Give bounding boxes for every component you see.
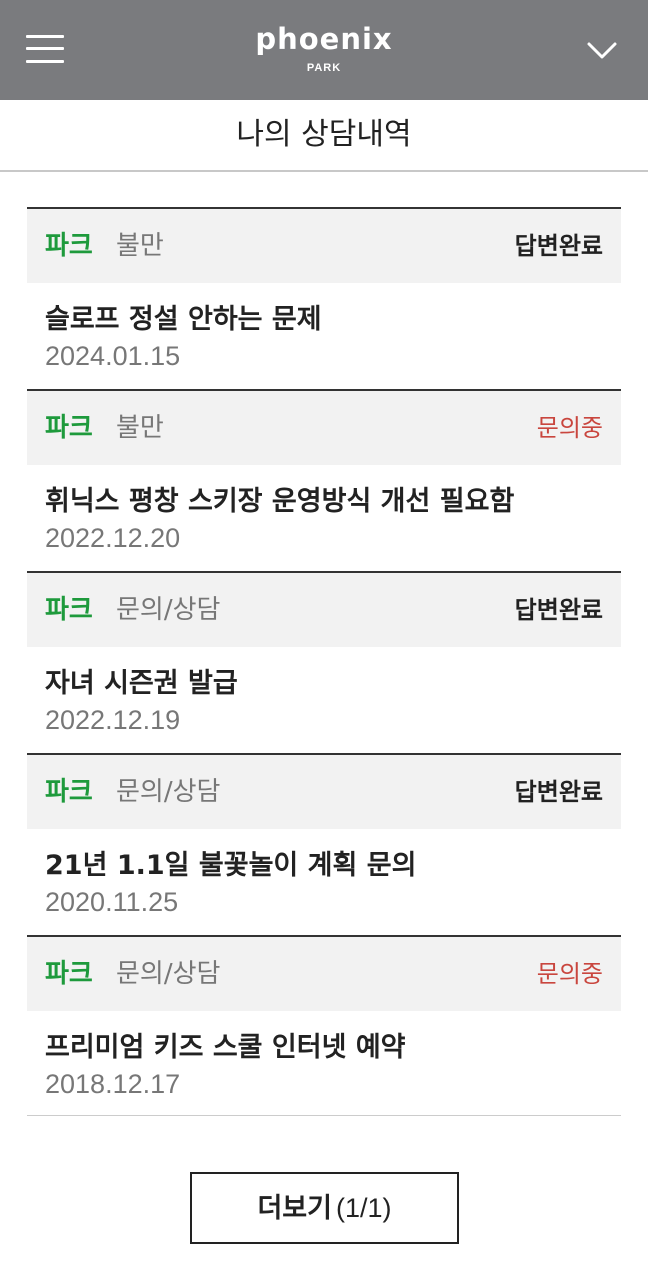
inquiry-item-body: 21년 1.1일 불꽃놀이 계획 문의 2020.11.25 (27, 829, 621, 935)
chevron-down-icon[interactable] (582, 30, 622, 70)
inquiry-item[interactable]: 파크 문의/상담 답변완료 자녀 시즌권 발급 2022.12.19 (27, 571, 621, 753)
inquiry-date: 2020.11.25 (45, 887, 179, 917)
inquiry-type: 문의/상담 (116, 959, 221, 989)
inquiry-list: 파크 불만 답변완료 슬로프 정설 안하는 문제 2024.01.15 파크 불… (27, 207, 621, 1116)
inquiry-item[interactable]: 파크 불만 답변완료 슬로프 정설 안하는 문제 2024.01.15 (27, 207, 621, 389)
status-badge: 문의중 (536, 414, 603, 442)
inquiry-category: 파크 (45, 595, 93, 625)
inquiry-item-body: 휘닉스 평창 스키장 운영방식 개선 필요함 2022.12.20 (27, 465, 621, 571)
inquiry-item-header: 파크 문의/상담 답변완료 (27, 573, 621, 647)
load-more-count: (1/1) (336, 1193, 392, 1223)
load-more-button[interactable]: 더보기 (1/1) (190, 1172, 459, 1244)
inquiry-type: 불만 (116, 413, 164, 443)
inquiry-subject: 휘닉스 평창 스키장 운영방식 개선 필요함 (45, 486, 515, 517)
phoenix-park-logo[interactable]: phoenix PARK (224, 22, 424, 82)
inquiry-category: 파크 (45, 959, 93, 989)
inquiry-item-body: 프리미엄 키즈 스쿨 인터넷 예약 2018.12.17 (27, 1011, 621, 1117)
status-badge: 답변완료 (514, 232, 603, 260)
inquiry-date: 2018.12.17 (45, 1069, 181, 1099)
inquiry-type: 문의/상담 (116, 595, 221, 625)
app-header: phoenix PARK (0, 0, 648, 100)
status-badge: 문의중 (536, 960, 603, 988)
inquiry-item-header: 파크 문의/상담 문의중 (27, 937, 621, 1011)
page-title: 나의 상담내역 (236, 117, 412, 152)
inquiry-type: 불만 (116, 231, 164, 261)
inquiry-date: 2022.12.19 (45, 705, 181, 735)
inquiry-category: 파크 (45, 777, 93, 807)
logo-sub-text: PARK (306, 62, 342, 74)
inquiry-item[interactable]: 파크 불만 문의중 휘닉스 평창 스키장 운영방식 개선 필요함 2022.12… (27, 389, 621, 571)
inquiry-subject: 자녀 시즌권 발급 (45, 668, 238, 699)
inquiry-item-body: 자녀 시즌권 발급 2022.12.19 (27, 647, 621, 753)
inquiry-item-header: 파크 불만 문의중 (27, 391, 621, 465)
inquiry-category: 파크 (45, 231, 93, 261)
inquiry-date: 2022.12.20 (45, 523, 181, 553)
page-title-bar: 나의 상담내역 (0, 100, 648, 172)
inquiry-item-header: 파크 불만 답변완료 (27, 209, 621, 283)
hamburger-menu-icon[interactable] (26, 33, 64, 65)
logo-main-text: phoenix (255, 22, 393, 56)
status-badge: 답변완료 (514, 778, 603, 806)
status-badge: 답변완료 (514, 596, 603, 624)
inquiry-type: 문의/상담 (116, 777, 221, 807)
inquiry-item-header: 파크 문의/상담 답변완료 (27, 755, 621, 829)
inquiry-category: 파크 (45, 413, 93, 443)
inquiry-item-body: 슬로프 정설 안하는 문제 2024.01.15 (27, 283, 621, 389)
inquiry-date: 2024.01.15 (45, 341, 181, 371)
inquiry-subject: 21년 1.1일 불꽃놀이 계획 문의 (45, 850, 417, 881)
inquiry-subject: 슬로프 정설 안하는 문제 (45, 304, 322, 335)
inquiry-subject: 프리미엄 키즈 스쿨 인터넷 예약 (45, 1032, 406, 1063)
inquiry-item[interactable]: 파크 문의/상담 답변완료 21년 1.1일 불꽃놀이 계획 문의 2020.1… (27, 753, 621, 935)
load-more-label: 더보기 (257, 1193, 332, 1224)
inquiry-item[interactable]: 파크 문의/상담 문의중 프리미엄 키즈 스쿨 인터넷 예약 2018.12.1… (27, 935, 621, 1116)
